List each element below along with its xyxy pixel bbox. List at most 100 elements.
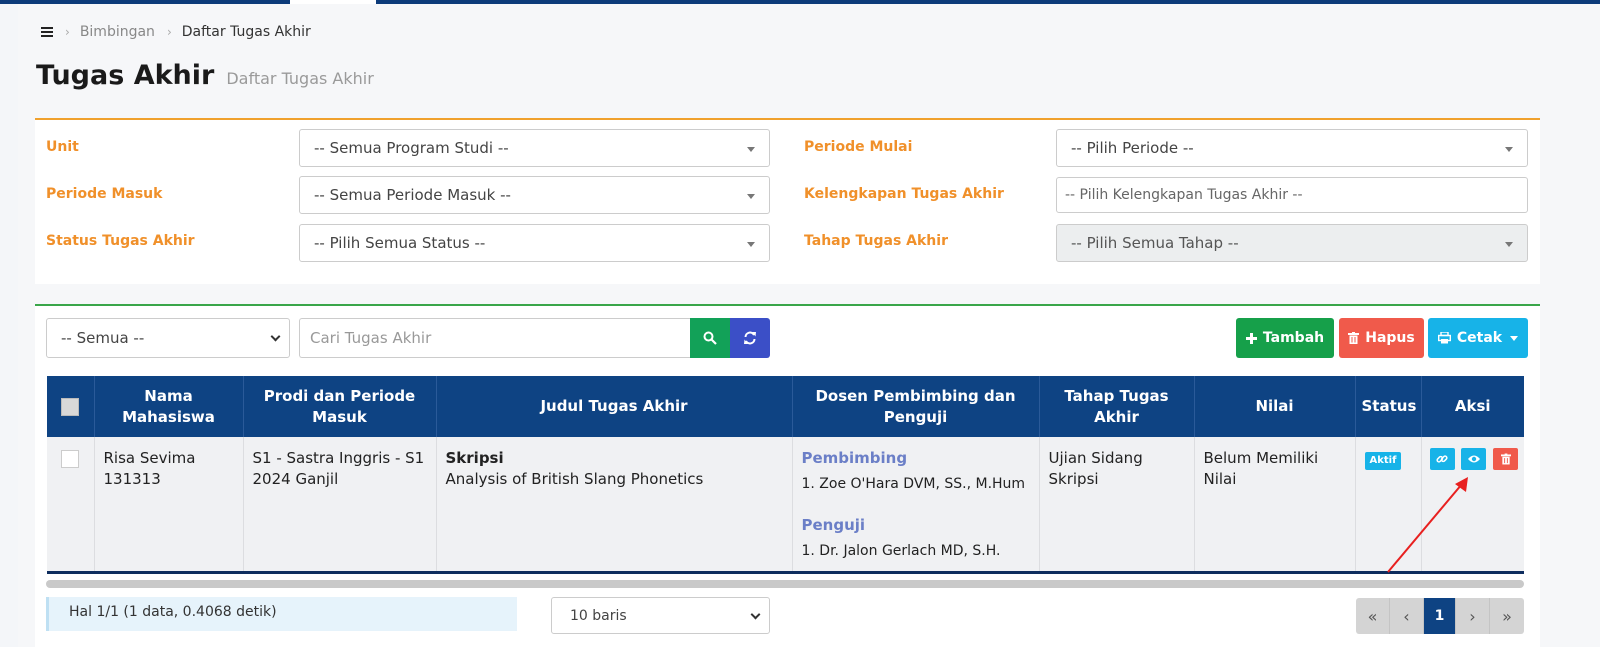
delete-button-label: Hapus (1365, 330, 1415, 346)
caret-down-icon (747, 242, 755, 247)
page-subtitle: Daftar Tugas Akhir (226, 69, 374, 88)
status-badge: Aktif (1364, 452, 1402, 470)
penguji-label: Penguji (801, 516, 866, 534)
horizontal-scrollbar[interactable] (46, 580, 1524, 588)
status-select-value: -- Pilih Semua Status -- (314, 234, 486, 252)
caret-down-icon (1505, 147, 1513, 152)
tugas-akhir-table: Nama Mahasiswa Prodi dan Periode Masuk J… (47, 376, 1524, 574)
refresh-button[interactable] (730, 318, 770, 358)
unit-select-value: -- Semua Program Studi -- (314, 139, 509, 157)
link-button[interactable] (1429, 448, 1455, 470)
trash-icon (1348, 332, 1360, 344)
cell-tahap: Ujian Sidang Skripsi (1039, 437, 1195, 574)
caret-down-icon (747, 194, 755, 199)
header-prodi: Prodi dan Periode Masuk (243, 376, 437, 437)
breadcrumb-bimbingan[interactable]: Bimbingan (80, 24, 155, 40)
page-last-button[interactable]: » (1490, 598, 1524, 634)
periode-mulai-select-value: -- Pilih Periode -- (1071, 139, 1194, 157)
table-header-row: Nama Mahasiswa Prodi dan Periode Masuk J… (47, 376, 1524, 437)
menu-icon[interactable] (41, 27, 53, 37)
cell-prodi: S1 - Sastra Inggris - S1 2024 Ganjil (243, 437, 437, 574)
page-title: Tugas Akhir (36, 60, 215, 91)
header-dosen: Dosen Pembimbing dan Penguji (792, 376, 1040, 437)
print-icon (1437, 332, 1451, 344)
kelengkapan-placeholder: -- Pilih Kelengkapan Tugas Akhir -- (1065, 187, 1303, 203)
status-select[interactable]: -- Pilih Semua Status -- (299, 224, 770, 262)
cell-status: Aktif (1355, 437, 1422, 574)
caret-down-icon (747, 147, 755, 152)
scope-select[interactable]: -- Semua -- (46, 318, 290, 358)
caret-down-icon (1510, 335, 1519, 341)
cell-nama: Risa Sevima 131313 (94, 437, 244, 574)
print-button[interactable]: Cetak (1428, 318, 1528, 358)
breadcrumb-separator-icon: › (166, 25, 172, 39)
pagination-info: Hal 1/1 (1 data, 0.4068 detik) (46, 597, 517, 631)
periode-masuk-select[interactable]: -- Semua Periode Masuk -- (299, 176, 770, 214)
filter-label-tahap: Tahap Tugas Akhir (804, 233, 948, 249)
search-input[interactable]: Cari Tugas Akhir (299, 318, 691, 358)
thesis-type: Skripsi (445, 449, 504, 467)
filter-label-unit: Unit (46, 139, 79, 155)
pagination: « ‹ 1 › » (1356, 598, 1524, 634)
cell-aksi (1421, 437, 1524, 574)
plus-icon (1245, 332, 1257, 344)
page-next-button[interactable]: › (1456, 598, 1490, 634)
breadcrumb: › Bimbingan › Daftar Tugas Akhir (41, 24, 311, 40)
filter-label-kelengkapan: Kelengkapan Tugas Akhir (804, 186, 1004, 202)
cell-select (47, 437, 95, 574)
view-button[interactable] (1461, 448, 1487, 470)
filter-label-periode-mulai: Periode Mulai (804, 139, 913, 155)
filter-label-periode-masuk: Periode Masuk (46, 186, 163, 202)
chevron-down-icon (270, 331, 281, 342)
page-prev-button[interactable]: ‹ (1390, 598, 1424, 634)
unit-select[interactable]: -- Semua Program Studi -- (299, 129, 770, 167)
refresh-icon (744, 331, 756, 345)
header-judul: Judul Tugas Akhir (436, 376, 793, 437)
tahap-select[interactable]: -- Pilih Semua Tahap -- (1056, 224, 1528, 262)
eye-icon (1467, 455, 1480, 463)
row-checkbox[interactable] (61, 450, 80, 468)
pembimbing-name: 1. Zoe O'Hara DVM, SS., M.Hum (801, 476, 1026, 492)
scope-select-value: -- Semua -- (61, 329, 145, 347)
tahap-select-value: -- Pilih Semua Tahap -- (1071, 234, 1239, 252)
cell-judul: Skripsi Analysis of British Slang Phonet… (436, 437, 793, 574)
page-header: Tugas Akhir Daftar Tugas Akhir (36, 60, 374, 91)
page-current-button[interactable]: 1 (1424, 598, 1456, 634)
kelengkapan-input[interactable]: -- Pilih Kelengkapan Tugas Akhir -- (1056, 177, 1528, 213)
header-status: Status (1355, 376, 1422, 437)
breadcrumb-current: Daftar Tugas Akhir (181, 24, 311, 40)
student-name: Risa Sevima (103, 449, 196, 467)
delete-row-button[interactable] (1493, 448, 1519, 470)
rows-per-page-value: 10 baris (570, 608, 627, 624)
header-nilai: Nilai (1194, 376, 1356, 437)
cell-nilai: Belum Memiliki Nilai (1194, 437, 1356, 574)
header-aksi: Aksi (1421, 376, 1524, 437)
header-nama: Nama Mahasiswa (94, 376, 244, 437)
filter-label-status: Status Tugas Akhir (46, 233, 195, 249)
delete-button[interactable]: Hapus (1339, 318, 1424, 358)
trash-icon (1500, 453, 1511, 465)
add-button-label: Tambah (1262, 330, 1325, 346)
search-icon (703, 331, 717, 345)
rows-per-page-select[interactable]: 10 baris (551, 597, 770, 634)
breadcrumb-separator-icon: › (65, 25, 70, 39)
chevron-down-icon (750, 609, 761, 620)
periode-mulai-select[interactable]: -- Pilih Periode -- (1056, 129, 1528, 167)
page-first-button[interactable]: « (1356, 598, 1390, 634)
penguji-name: 1. Dr. Jalon Gerlach MD, S.H. (801, 543, 1001, 559)
table-row: Risa Sevima 131313 S1 - Sastra Inggris -… (47, 437, 1524, 574)
add-button[interactable]: Tambah (1236, 318, 1334, 358)
search-button[interactable] (690, 318, 731, 358)
link-icon (1436, 455, 1448, 463)
print-button-label: Cetak (1456, 330, 1503, 346)
cell-dosen: Pembimbing 1. Zoe O'Hara DVM, SS., M.Hum… (792, 437, 1040, 574)
periode-masuk-select-value: -- Semua Periode Masuk -- (314, 186, 511, 204)
select-all-checkbox[interactable] (61, 397, 80, 416)
header-tahap: Tahap Tugas Akhir (1039, 376, 1195, 437)
student-nim: 131313 (103, 470, 161, 488)
search-placeholder: Cari Tugas Akhir (310, 329, 432, 347)
header-select-all[interactable] (47, 376, 95, 437)
pembimbing-label: Pembimbing (801, 449, 908, 467)
caret-down-icon (1505, 242, 1513, 247)
thesis-title: Analysis of British Slang Phonetics (445, 470, 704, 488)
